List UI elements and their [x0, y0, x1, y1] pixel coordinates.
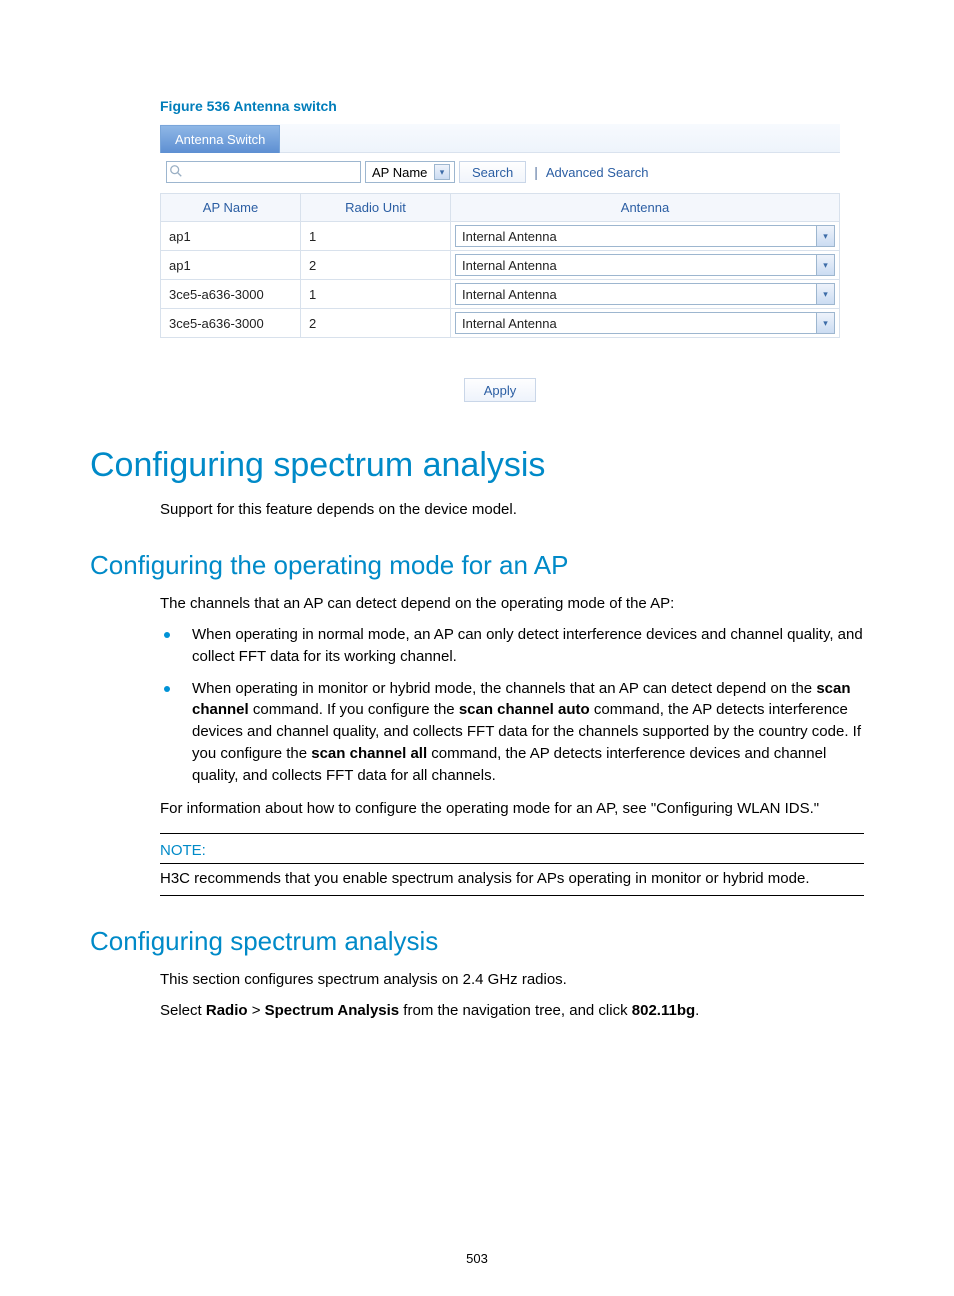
support-paragraph: Support for this feature depends on the …: [160, 499, 864, 520]
search-field-value: AP Name: [372, 165, 427, 180]
text: command. If you configure the: [249, 701, 459, 718]
antenna-select[interactable]: Internal Antenna ▾: [455, 254, 835, 276]
antenna-select[interactable]: Internal Antenna ▾: [455, 283, 835, 305]
list-item: When operating in monitor or hybrid mode…: [160, 678, 864, 787]
note-body: H3C recommends that you enable spectrum …: [160, 870, 864, 887]
bold: Spectrum Analysis: [265, 1002, 400, 1019]
cell-radio: 2: [301, 309, 451, 338]
cell-ap: 3ce5-a636-3000: [161, 309, 301, 338]
cell-radio: 1: [301, 280, 451, 309]
chevron-down-icon: ▾: [816, 284, 834, 304]
bold: Radio: [206, 1002, 248, 1019]
chevron-down-icon: ▾: [816, 313, 834, 333]
antenna-value: Internal Antenna: [456, 255, 816, 275]
channels-intro: The channels that an AP can detect depen…: [160, 593, 864, 614]
th-antenna: Antenna: [451, 194, 840, 222]
th-ap-name: AP Name: [161, 194, 301, 222]
antenna-value: Internal Antenna: [456, 313, 816, 333]
chevron-down-icon: ▾: [816, 226, 834, 246]
antenna-value: Internal Antenna: [456, 284, 816, 304]
search-icon: [169, 164, 183, 178]
apply-button[interactable]: Apply: [464, 378, 536, 402]
antenna-value: Internal Antenna: [456, 226, 816, 246]
antenna-select[interactable]: Internal Antenna ▾: [455, 225, 835, 247]
table-row: 3ce5-a636-3000 1 Internal Antenna ▾: [161, 280, 840, 309]
nav-instruction: Select Radio > Spectrum Analysis from th…: [160, 1000, 864, 1021]
tab-antenna-switch[interactable]: Antenna Switch: [160, 125, 280, 153]
figure-caption: Figure 536 Antenna switch: [160, 98, 864, 114]
search-field-select[interactable]: AP Name ▾: [365, 161, 455, 183]
tab-bar: Antenna Switch: [160, 124, 840, 153]
note-divider: [160, 863, 864, 864]
chevron-down-icon: ▾: [816, 255, 834, 275]
text: Select: [160, 1002, 206, 1019]
see-wlan-ids: For information about how to configure t…: [160, 798, 864, 819]
chevron-down-icon: ▾: [434, 164, 450, 180]
advanced-search-link[interactable]: Advanced Search: [546, 165, 649, 180]
search-bar: AP Name ▾ Search | Advanced Search: [160, 153, 840, 193]
table-row: ap1 1 Internal Antenna ▾: [161, 222, 840, 251]
cell-ap: ap1: [161, 222, 301, 251]
text: >: [248, 1002, 265, 1019]
th-radio-unit: Radio Unit: [301, 194, 451, 222]
bold: scan channel auto: [459, 701, 590, 718]
cell-ap: 3ce5-a636-3000: [161, 280, 301, 309]
h2-configuring-spectrum-sub: Configuring spectrum analysis: [90, 926, 864, 957]
separator: |: [530, 164, 542, 180]
search-input[interactable]: [166, 161, 361, 183]
table-row: 3ce5-a636-3000 2 Internal Antenna ▾: [161, 309, 840, 338]
h2-operating-mode: Configuring the operating mode for an AP: [90, 550, 864, 581]
table-row: ap1 2 Internal Antenna ▾: [161, 251, 840, 280]
text: from the navigation tree, and click: [399, 1002, 632, 1019]
cell-radio: 2: [301, 251, 451, 280]
antenna-table: AP Name Radio Unit Antenna ap1 1 Interna…: [160, 193, 840, 338]
bold: 802.11bg: [632, 1002, 695, 1019]
antenna-switch-panel: Antenna Switch AP Name ▾ Search | Advanc…: [160, 124, 840, 402]
page-number: 503: [0, 1251, 954, 1266]
mode-list: When operating in normal mode, an AP can…: [160, 624, 864, 786]
cell-ap: ap1: [161, 251, 301, 280]
antenna-select[interactable]: Internal Antenna ▾: [455, 312, 835, 334]
h1-configuring-spectrum: Configuring spectrum analysis: [90, 446, 864, 485]
text: When operating in monitor or hybrid mode…: [192, 680, 816, 697]
note-box: NOTE: H3C recommends that you enable spe…: [160, 833, 864, 896]
search-button[interactable]: Search: [459, 161, 526, 183]
bold: scan channel all: [311, 745, 427, 762]
list-item: When operating in normal mode, an AP can…: [160, 624, 864, 668]
text: .: [695, 1002, 699, 1019]
section-intro: This section configures spectrum analysi…: [160, 969, 864, 990]
note-title: NOTE:: [160, 842, 864, 859]
cell-radio: 1: [301, 222, 451, 251]
